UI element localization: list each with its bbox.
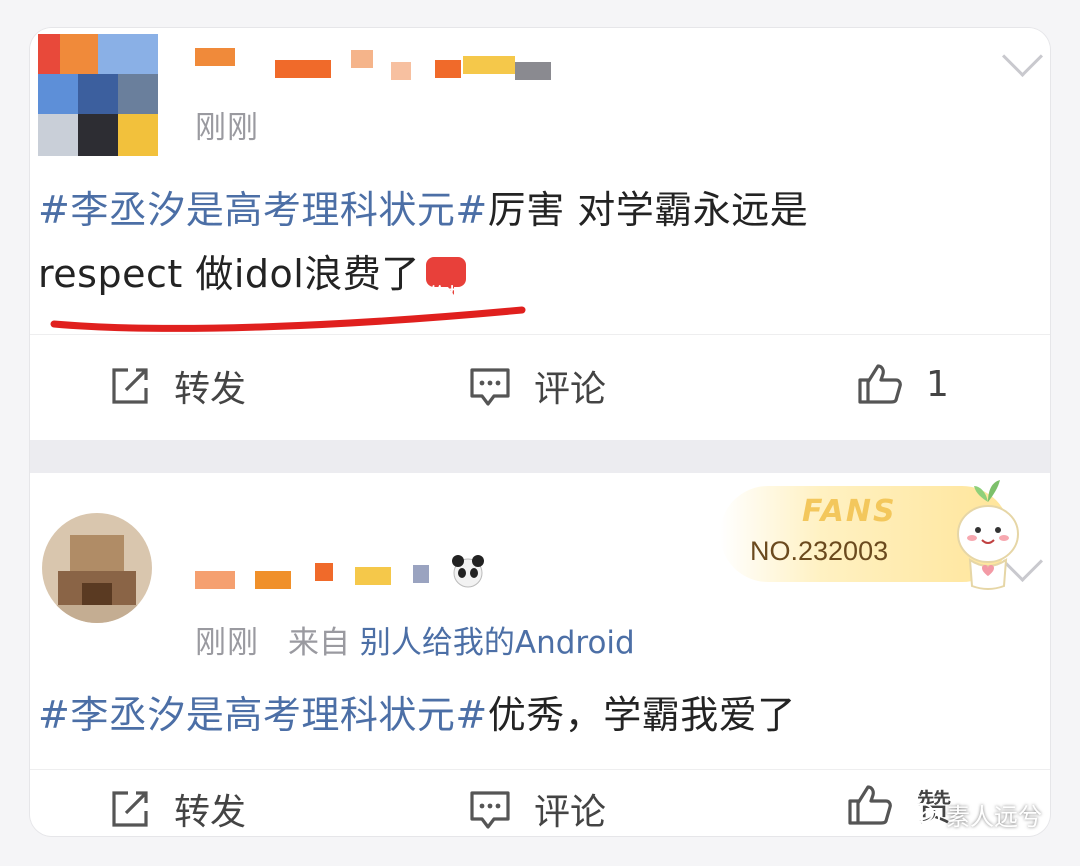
fan-badge[interactable]: FANS NO.232003 [720,476,1032,596]
source-app-link[interactable]: 别人给我的Android [360,625,635,661]
hashtag-link[interactable]: #李丞汐是高考理科状元# [38,693,488,737]
repost-icon [112,368,148,404]
repost-icon [112,791,148,827]
avatar[interactable] [42,513,152,623]
like-count: 1 [926,363,949,405]
thumbs-up-icon [858,364,902,404]
avatar[interactable] [38,34,160,156]
wechat-icon [910,802,940,826]
feed-frame: 刚刚 #李丞汐是高考理科状元#厉害 对学霸永远是 respect 做idol浪费… [30,28,1050,836]
post-text: 厉害 对学霸永远是 [487,188,809,232]
comment-button[interactable]: 评论 [468,783,606,835]
sprout-mascot-icon [957,480,1019,590]
weibo-post: 刚刚 #李丞汐是高考理科状元#厉害 对学霸永远是 respect 做idol浪费… [30,28,1050,440]
post-content: #李丞汐是高考理科状元#优秀，学霸我爱了 [38,683,1028,747]
repost-button[interactable]: 转发 [108,360,246,412]
thumbs-up-icon [848,785,892,825]
post-time: 刚刚 [195,110,259,146]
red-underline-annotation [50,306,526,332]
hashtag-link[interactable]: #李丞汐是高考理科状元# [38,188,488,232]
comment-button[interactable]: 评论 [468,360,606,412]
fan-badge-number: NO.232003 [750,536,889,566]
geili-emoji-icon: 给力 [424,252,468,302]
post-source: 来自 别人给我的Android [288,625,635,661]
comment-icon [470,368,510,406]
panda-emoji-icon [452,555,484,588]
divider [30,769,1050,770]
post-content: #李丞汐是高考理科状元#厉害 对学霸永远是 respect 做idol浪费了 给… [38,178,1028,306]
chevron-down-icon[interactable] [1001,35,1044,78]
post-text: 优秀，学霸我爱了 [487,693,796,737]
username-pixelated[interactable] [195,48,555,88]
like-button[interactable]: 1 [856,360,949,408]
watermark: 素人远兮 [910,797,1042,832]
post-separator [30,440,1050,473]
repost-button[interactable]: 转发 [108,783,246,835]
fan-badge-label: FANS [802,494,897,529]
comment-icon [470,791,510,829]
divider [30,334,1050,335]
post-time: 刚刚 [195,625,259,661]
